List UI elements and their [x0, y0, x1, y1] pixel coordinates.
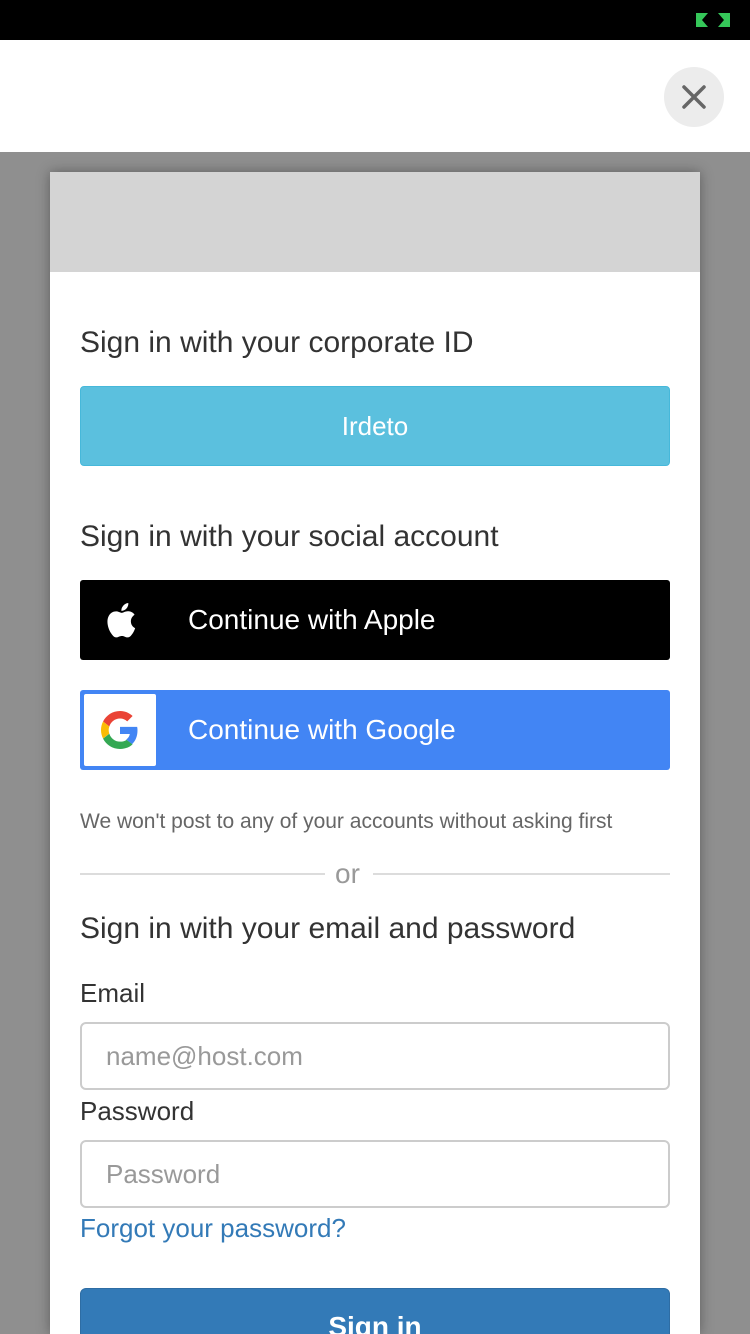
close-icon — [682, 85, 706, 109]
irdeto-sign-in-button[interactable]: Irdeto — [80, 386, 670, 466]
card-banner — [50, 172, 700, 272]
status-bar — [0, 0, 750, 40]
sign-in-card: Sign in with your corporate ID Irdeto Si… — [50, 172, 700, 1334]
continue-with-google-button[interactable]: Continue with Google — [80, 690, 670, 770]
or-divider: or — [80, 856, 670, 892]
continue-with-apple-button[interactable]: Continue with Apple — [80, 580, 670, 660]
email-input[interactable] — [80, 1022, 670, 1090]
apple-button-label: Continue with Apple — [188, 604, 436, 635]
divider-text: or — [335, 858, 360, 889]
apple-logo-icon — [84, 584, 156, 656]
email-label: Email — [80, 978, 146, 1008]
password-input[interactable] — [80, 1140, 670, 1208]
google-logo-icon — [84, 694, 156, 766]
corporate-heading: Sign in with your corporate ID — [80, 326, 474, 359]
social-heading: Sign in with your social account — [80, 520, 499, 553]
google-button-label: Continue with Google — [188, 714, 456, 745]
sign-in-button[interactable]: Sign in — [80, 1288, 670, 1334]
forgot-password-link[interactable]: Forgot your password? — [80, 1212, 346, 1244]
divider-line-left — [80, 873, 325, 875]
status-indicator-icon — [696, 13, 730, 27]
email-heading: Sign in with your email and password — [80, 912, 576, 945]
top-bar — [0, 40, 750, 152]
password-label: Password — [80, 1096, 195, 1126]
privacy-note: We won't post to any of your accounts wi… — [80, 810, 613, 833]
divider-line-right — [373, 873, 670, 875]
close-button[interactable] — [664, 67, 724, 127]
